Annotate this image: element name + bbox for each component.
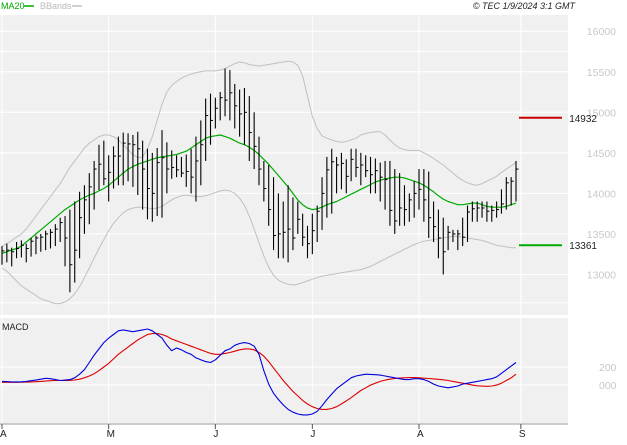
x-axis-tick-label: J [213, 429, 218, 440]
source-timestamp: © TEC 1/9/2024 3:1 GMT [473, 1, 577, 11]
chart-header: MA20 BBands © TEC 1/9/2024 3:1 GMT [1, 1, 576, 11]
legend-bbands: BBands [40, 1, 72, 11]
price-y-tick-label: 13000 [587, 269, 616, 281]
x-axis: AMJJAS [0, 423, 568, 440]
price-panel-background [0, 15, 568, 315]
legend-ma20: MA20 [1, 1, 25, 11]
price-y-tick-label: 16000 [587, 26, 616, 38]
macd-y-tick-label: 000 [599, 380, 617, 392]
resistance-level-label: 14932 [569, 114, 597, 125]
price-y-tick-label: 13500 [587, 229, 616, 241]
x-axis-tick-label: J [310, 429, 315, 440]
chart-svg: 1600015500150001450014000135001300014932… [0, 1, 617, 440]
price-panel: 1600015500150001450014000135001300014932… [0, 15, 616, 315]
price-y-tick-label: 14500 [587, 148, 616, 160]
price-y-tick-label: 14000 [587, 188, 616, 200]
macd-y-tick-label: 200 [599, 362, 617, 374]
support-level-label: 13361 [569, 241, 597, 252]
macd-panel-background [0, 318, 568, 423]
x-axis-tick-label: A [417, 429, 424, 440]
x-axis-tick-label: M [107, 429, 115, 440]
price-y-tick-label: 15500 [587, 67, 616, 79]
x-axis-tick-label: S [519, 429, 526, 440]
macd-panel-title: MACD [2, 322, 29, 332]
macd-panel: 200 000 MACD [0, 318, 617, 423]
x-axis-tick-label: A [0, 429, 7, 440]
chart-root: 16000 15500 15000 14500 14000 13500 13000 14932… [0, 0, 627, 440]
